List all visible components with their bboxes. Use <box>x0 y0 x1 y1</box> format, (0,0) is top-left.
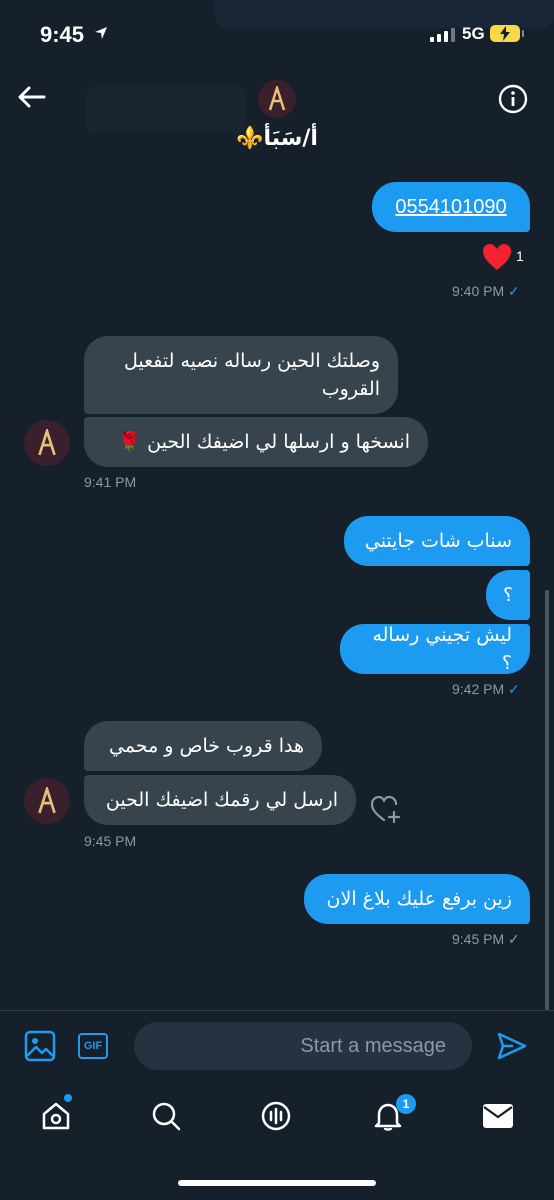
heart-reaction-icon[interactable] <box>482 243 512 271</box>
message-text: زين برفع عليك بلاغ الان <box>326 888 512 910</box>
info-icon[interactable] <box>498 84 528 114</box>
composer-divider <box>0 1010 554 1011</box>
tab-home[interactable] <box>38 1098 74 1134</box>
add-reaction-icon[interactable] <box>370 794 402 824</box>
message-bubble-sent[interactable]: سناب شات جايتني <box>344 516 530 566</box>
logo-icon <box>268 86 286 111</box>
message-bubble-received[interactable]: هدا قروب خاص و محمي <box>84 721 322 771</box>
message-timestamp: 9:45 PM ✓ <box>452 931 520 948</box>
message-bubble-received[interactable]: انسخها و ارسلها لي اضيفك الحين 🌹 <box>84 417 428 467</box>
message-bubble-sent[interactable]: زين برفع عليك بلاغ الان <box>304 874 530 924</box>
tab-spaces[interactable] <box>258 1098 294 1134</box>
message-text: انسخها و ارسلها لي اضيفك الحين 🌹 <box>117 431 410 453</box>
scrollbar[interactable] <box>545 590 549 1010</box>
message-timestamp: 9:45 PM <box>84 833 137 849</box>
home-icon <box>42 1102 70 1130</box>
status-time: 9:45 <box>40 22 85 47</box>
mail-icon <box>483 1104 513 1128</box>
contact-name[interactable]: أ/سَبَأ⚜️ <box>200 126 354 151</box>
logo-icon <box>38 429 56 456</box>
read-check-icon: ✓ <box>508 681 520 697</box>
message-text: ؟ <box>502 584 514 606</box>
tab-search[interactable] <box>148 1098 184 1134</box>
message-bubble-sent[interactable]: 0554101090 <box>372 182 530 232</box>
sent-check-icon: ✓ <box>508 931 520 947</box>
home-indicator[interactable] <box>178 1180 376 1186</box>
network-label: 5G <box>462 24 485 43</box>
message-bubble-sent[interactable]: ؟ <box>486 570 530 620</box>
reaction-count: 1 <box>516 248 524 264</box>
message-text: ليش تجيني رساله ؟ <box>372 624 512 674</box>
battery-icon <box>490 25 524 42</box>
message-text: هدا قروب خاص و محمي <box>108 735 304 757</box>
notifications-badge: 1 <box>396 1094 416 1114</box>
message-input-container[interactable] <box>134 1022 472 1070</box>
message-input[interactable] <box>134 1033 448 1059</box>
read-check-icon: ✓ <box>508 283 520 299</box>
message-timestamp: 9:41 PM <box>84 474 137 490</box>
timestamp-text: 9:40 PM <box>452 283 505 299</box>
tab-messages[interactable] <box>480 1098 516 1134</box>
message-bubble-received[interactable]: وصلتك الحين رساله نصيه لتفعيل القروب <box>84 336 398 414</box>
location-arrow-icon <box>95 27 107 39</box>
message-text: سناب شات جايتني <box>364 530 512 552</box>
timestamp-text: 9:45 PM <box>452 931 505 947</box>
gif-button[interactable]: GIF <box>78 1033 108 1059</box>
signal-icon <box>430 28 455 42</box>
send-icon[interactable] <box>496 1030 528 1062</box>
message-bubble-sent[interactable]: ليش تجيني رساله ؟ <box>340 624 530 674</box>
message-timestamp: 9:42 PM ✓ <box>452 681 520 698</box>
spaces-icon <box>261 1101 291 1131</box>
sender-avatar[interactable] <box>24 420 70 466</box>
status-bar: 9:45 5G <box>0 0 554 70</box>
image-icon[interactable] <box>24 1030 56 1062</box>
home-notification-dot <box>64 1094 72 1102</box>
phone-number-link[interactable]: 0554101090 <box>395 193 506 221</box>
back-arrow-icon[interactable] <box>14 80 48 114</box>
logo-icon <box>38 787 56 814</box>
contact-avatar[interactable] <box>258 80 296 118</box>
message-text: ارسل لي رقمك اضيفك الحين <box>105 789 338 811</box>
message-timestamp: 9:40 PM ✓ <box>452 283 520 300</box>
search-icon <box>152 1102 181 1131</box>
message-bubble-received[interactable]: ارسل لي رقمك اضيفك الحين <box>84 775 356 825</box>
message-text: وصلتك الحين رساله نصيه لتفعيل القروب <box>124 350 380 400</box>
sender-avatar[interactable] <box>24 778 70 824</box>
timestamp-text: 9:42 PM <box>452 681 505 697</box>
